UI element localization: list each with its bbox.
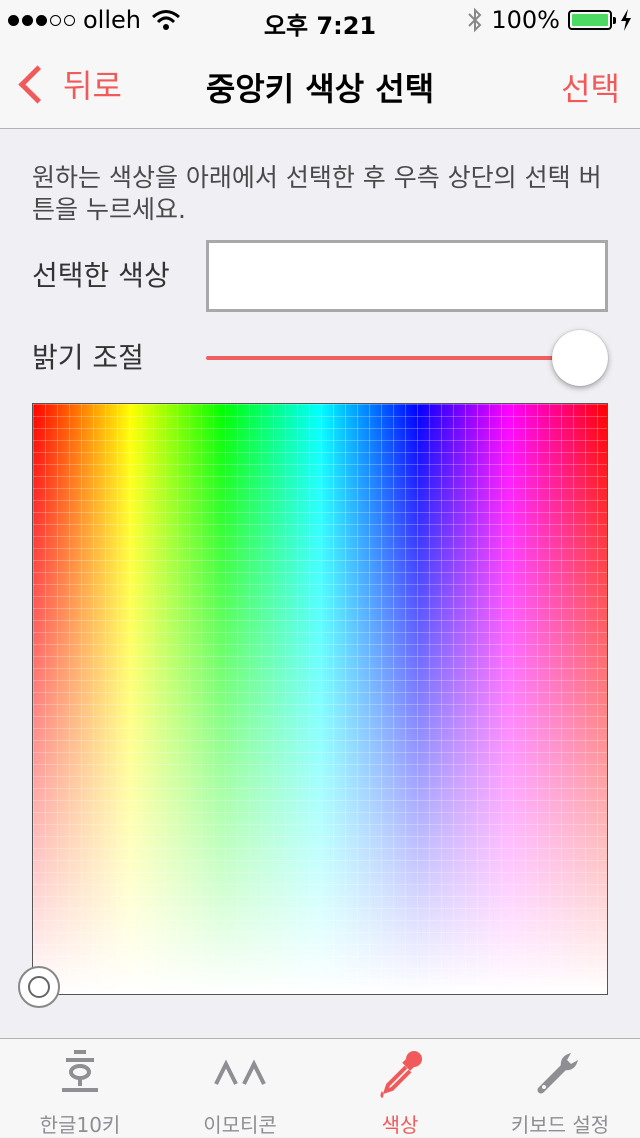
palette-grid [33,404,607,994]
emoticon-icon [214,1059,266,1085]
tab-color[interactable]: 색상 [320,1039,480,1137]
navigation-bar: 뒤로 중앙키 색상 선택 선택 [0,40,640,129]
status-right: 100% [467,6,632,34]
instruction-text: 원하는 색상을 아래에서 선택한 후 우측 상단의 선택 버튼을 누르세요. [32,163,602,224]
tab-bar: 한글10키 이모티콘 색상 키보드 설정 [0,1038,640,1137]
battery-icon [568,10,616,30]
tab-hangul-10key[interactable]: 한글10키 [0,1039,160,1137]
charging-icon [621,9,631,31]
brightness-slider-track[interactable] [206,356,606,360]
status-bar: olleh 오후 7:21 100% [0,0,640,40]
hangul-icon [62,1050,98,1092]
tab-label: 이모티콘 [203,1113,277,1137]
selected-color-label: 선택한 색상 [32,259,170,292]
tab-emoticon[interactable]: 이모티콘 [160,1039,320,1137]
battery-level [572,14,608,26]
wrench-icon [537,1053,578,1094]
brightness-label: 밝기 조절 [32,341,144,374]
tab-label: 키보드 설정 [510,1113,610,1137]
select-button[interactable]: 선택 [561,64,620,110]
battery-percent: 100% [491,6,560,34]
bluetooth-icon [468,7,482,33]
tab-keyboard-settings[interactable]: 키보드 설정 [480,1039,640,1137]
brightness-slider-thumb[interactable] [552,330,608,386]
eyedropper-icon [380,1051,422,1098]
color-picker-handle[interactable] [18,966,60,1008]
tab-label: 한글10키 [39,1113,121,1137]
page-title: 중앙키 색상 선택 [205,70,435,108]
tab-label: 색상 [381,1113,419,1137]
selected-color-swatch [206,240,608,312]
color-palette[interactable] [32,403,608,995]
